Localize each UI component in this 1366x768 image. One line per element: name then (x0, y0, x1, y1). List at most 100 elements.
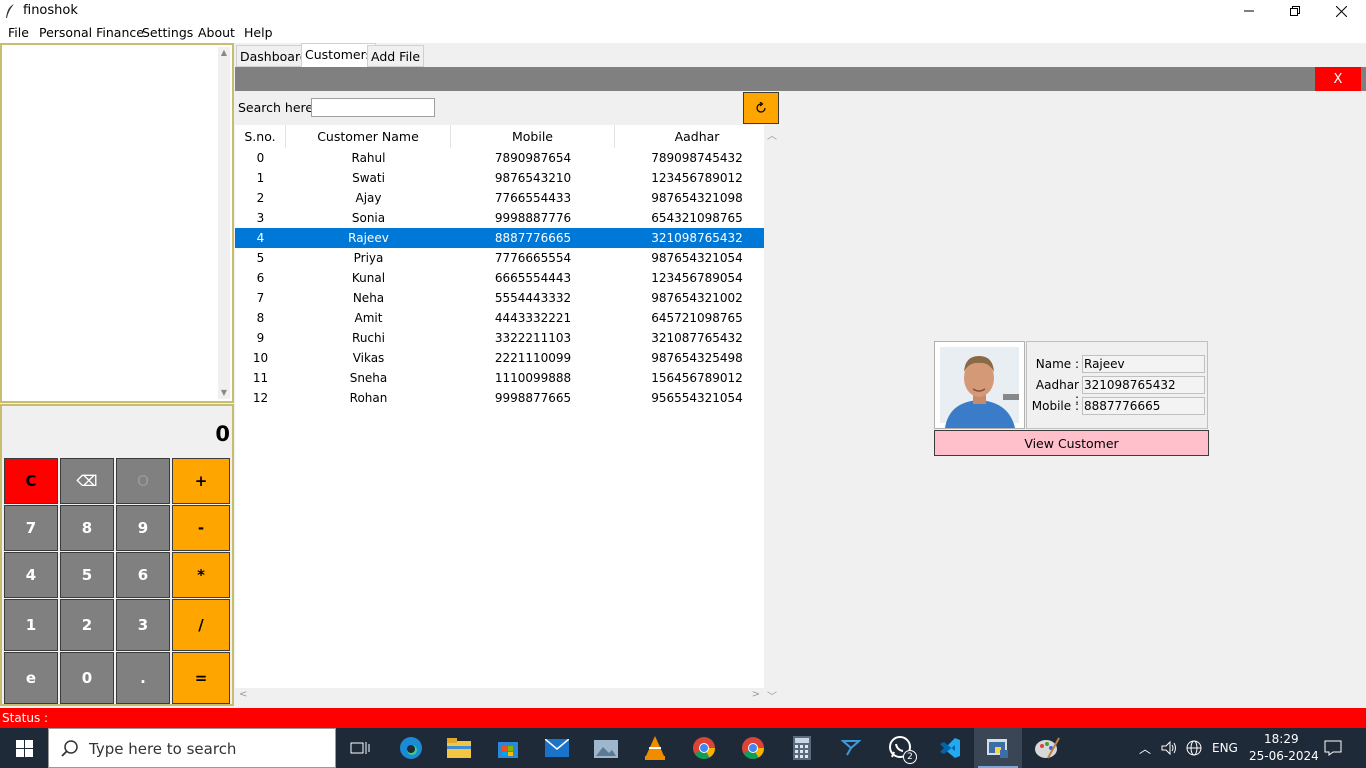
volume-icon[interactable] (1161, 741, 1177, 755)
vlc-icon[interactable] (641, 734, 669, 762)
scroll-right-icon[interactable]: > (752, 689, 760, 700)
store-icon[interactable] (494, 734, 522, 762)
table-row[interactable]: 2 Ajay 7766554433 987654321098 (235, 188, 764, 208)
table-row[interactable]: 0 Rahul 7890987654 789098745432 (235, 148, 764, 168)
calc-divide-button[interactable]: / (172, 599, 230, 651)
menu-about[interactable]: About (198, 25, 235, 40)
calc-o-button[interactable]: O (116, 458, 170, 504)
calc-minus-button[interactable]: - (172, 505, 230, 551)
table-row[interactable]: 9 Ruchi 3322211103 321087765432 (235, 328, 764, 348)
table-row[interactable]: 8 Amit 4443332221 645721098765 (235, 308, 764, 328)
calc-clear-button[interactable]: C (4, 458, 58, 504)
cell-mobile: 4443332221 (494, 311, 572, 325)
mail-icon[interactable] (543, 734, 571, 762)
cell-sno: 7 (256, 291, 265, 305)
task-view-icon[interactable] (346, 734, 374, 762)
cell-customer-name: Ajay (355, 191, 382, 205)
calc-4-button[interactable]: 4 (4, 552, 58, 598)
language-indicator[interactable]: ENG (1212, 741, 1238, 755)
cell-aadhar: 321098765432 (651, 231, 743, 245)
calc-8-button[interactable]: 8 (60, 505, 114, 551)
photos-icon[interactable] (592, 734, 620, 762)
notes-scrollbar[interactable]: ▲ ▼ (218, 47, 230, 399)
scroll-down-icon[interactable]: ﹀ (767, 688, 777, 703)
calc-2-button[interactable]: 2 (60, 599, 114, 651)
calc-e-button[interactable]: e (4, 652, 58, 704)
table-row[interactable]: 11 Sneha 1110099888 156456789012 (235, 368, 764, 388)
chrome-profile-icon[interactable] (739, 734, 767, 762)
minimize-button[interactable] (1226, 0, 1272, 22)
vscode-icon[interactable] (936, 734, 964, 762)
refresh-button[interactable] (743, 92, 779, 124)
paint-icon[interactable] (1033, 734, 1061, 762)
calc-6-button[interactable]: 6 (116, 552, 170, 598)
cell-customer-name: Rajeev (348, 231, 389, 245)
customer-aadhar-field: 321098765432 (1082, 376, 1205, 394)
notes-textarea[interactable]: ▲ ▼ (0, 43, 234, 403)
calc-decimal-button[interactable]: . (116, 652, 170, 704)
scroll-down-icon[interactable]: ▼ (218, 387, 230, 399)
menu-settings[interactable]: Settings (142, 25, 193, 40)
table-row[interactable]: 3 Sonia 9998887776 654321098765 (235, 208, 764, 228)
start-button[interactable] (10, 734, 38, 762)
view-customer-button[interactable]: View Customer (934, 430, 1209, 456)
cell-sno: 10 (252, 351, 269, 365)
table-vertical-scrollbar[interactable]: ︿ ﹀ (764, 125, 778, 705)
table-row[interactable]: 10 Vikas 2221110099 987654325498 (235, 348, 764, 368)
cell-sno: 6 (256, 271, 265, 285)
calc-7-button[interactable]: 7 (4, 505, 58, 551)
header-aadhar[interactable]: Aadhar (615, 125, 779, 148)
calculator-display: 0 (4, 408, 232, 456)
calc-backspace-button[interactable]: ⌫ (60, 458, 114, 504)
header-customer-name[interactable]: Customer Name (286, 125, 451, 148)
cell-sno: 1 (256, 171, 265, 185)
header-sno[interactable]: S.no. (235, 125, 286, 148)
header-mobile[interactable]: Mobile (451, 125, 615, 148)
scroll-up-icon[interactable]: ︿ (767, 127, 777, 142)
table-row[interactable]: 4 Rajeev 8887776665 321098765432 (235, 228, 764, 248)
calc-3-button[interactable]: 3 (116, 599, 170, 651)
tab-add-file[interactable]: Add File (367, 45, 425, 67)
scroll-left-icon[interactable]: < (239, 689, 247, 700)
unknown-app-icon[interactable] (837, 734, 865, 762)
table-row[interactable]: 6 Kunal 6665554443 123456789054 (235, 268, 764, 288)
calc-9-button[interactable]: 9 (116, 505, 170, 551)
cell-mobile: 9998877665 (494, 391, 572, 405)
table-row[interactable]: 1 Swati 9876543210 123456789012 (235, 168, 764, 188)
menu-personal-finance[interactable]: Personal Finance (39, 25, 144, 40)
calc-plus-button[interactable]: + (172, 458, 230, 504)
file-explorer-icon[interactable] (445, 734, 473, 762)
network-globe-icon[interactable] (1186, 740, 1202, 756)
calc-multiply-button[interactable]: * (172, 552, 230, 598)
tab-customers[interactable]: Customers (301, 43, 377, 67)
menu-file[interactable]: File (8, 25, 29, 40)
close-window-button[interactable] (1318, 0, 1364, 22)
cell-mobile: 9998887776 (494, 211, 572, 225)
restore-button[interactable] (1272, 0, 1318, 22)
close-tab-button[interactable]: X (1315, 67, 1361, 91)
calculator-app-icon[interactable] (788, 734, 816, 762)
chrome-icon[interactable] (690, 734, 718, 762)
search-input[interactable] (311, 98, 435, 117)
scroll-up-icon[interactable]: ▲ (218, 47, 230, 59)
title-bar: finoshok (0, 0, 1366, 22)
calc-5-button[interactable]: 5 (60, 552, 114, 598)
whatsapp-icon[interactable]: 2 (887, 734, 917, 764)
tray-chevron-icon[interactable]: ︿ (1139, 740, 1151, 757)
clock-time[interactable]: 18:29 (1264, 732, 1299, 746)
mobile-label: Mobile : (1031, 399, 1079, 413)
edge-icon[interactable] (397, 734, 425, 762)
clock-date[interactable]: 25-06-2024 (1249, 749, 1319, 763)
table-row[interactable]: 12 Rohan 9998877665 956554321054 (235, 388, 764, 408)
calc-0-button[interactable]: 0 (60, 652, 114, 704)
table-row[interactable]: 5 Priya 7776665554 987654321054 (235, 248, 764, 268)
table-row[interactable]: 7 Neha 5554443332 987654321002 (235, 288, 764, 308)
menu-help[interactable]: Help (244, 25, 273, 40)
notifications-icon[interactable] (1324, 740, 1342, 756)
calc-1-button[interactable]: 1 (4, 599, 58, 651)
cell-aadhar: 645721098765 (651, 311, 743, 325)
calc-equals-button[interactable]: = (172, 652, 230, 704)
table-horizontal-scrollbar[interactable]: < > (235, 688, 764, 705)
taskbar-search-box[interactable]: Type here to search (48, 728, 336, 768)
python-app-taskbar-item[interactable] (974, 728, 1022, 768)
